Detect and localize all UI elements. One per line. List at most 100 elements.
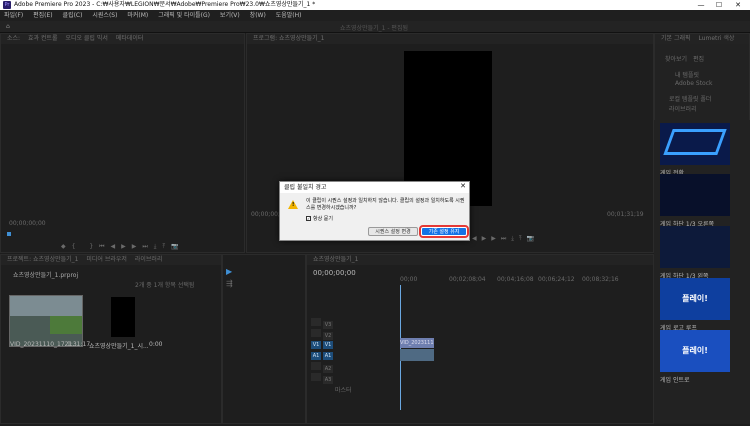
title-bar: Pr Adobe Premiere Pro 2023 - C:₩사용자₩LEGI… [0,0,750,10]
template-label-4: 게임 인트로 [660,377,690,384]
menu-help[interactable]: 도움말(H) [276,12,302,19]
track-select-tool-icon[interactable]: ⇶ [226,279,233,288]
maximize-button[interactable]: ☐ [712,0,726,10]
source-tabs: 소스: 효과 컨트롤 오디오 클립 믹서 메타데이터 [1,34,244,44]
timeline-panel: 쇼츠영상만들기_1 00;00;00;00 00;00 00;02;08;04 … [306,254,654,424]
tab-media-browser[interactable]: 미디어 브라우저 [86,256,127,263]
source-patch-v1[interactable]: V1 [311,341,321,349]
dialog-close-button[interactable]: ✕ [460,182,466,190]
track-a1: A1 A1 [311,351,335,361]
template-thumb-1 [660,174,730,216]
graphics-tab-edit[interactable]: 편집 [693,54,704,63]
program-tabs: 프로그램: 쇼츠영상만들기_1 [247,34,653,44]
tab-essential-graphics[interactable]: 기본 그래픽 [661,35,691,42]
tab-libraries[interactable]: 라이브러리 [135,256,163,263]
source-transport-controls[interactable]: ◆{ }⏮◀▶▶⏭⤓⤒📷 [61,243,185,251]
selection-tool-icon[interactable]: ▶ [226,267,232,276]
source-playhead[interactable] [7,232,11,236]
window-title: Adobe Premiere Pro 2023 - C:₩사용자₩LEGION₩… [14,1,316,8]
ruler-mark-2: 00;04;16;08 [497,276,534,283]
clip-mismatch-dialog: 클립 불일치 경고 ✕ ! 이 클립이 시퀀스 설정과 일치하지 않습니다. 클… [279,181,470,241]
tools-panel: ▶ ⇶ [222,254,306,424]
tab-program[interactable]: 프로그램: 쇼츠영상만들기_1 [253,35,324,42]
tab-effect-controls[interactable]: 효과 컨트롤 [28,35,58,42]
tab-timeline-sequence[interactable]: 쇼츠영상만들기_1 [313,256,358,263]
template-card-4[interactable]: 플레이! 게임 인트로 [660,330,730,392]
tab-lumetri-color[interactable]: Lumetri 색상 [698,35,734,42]
track-a3: A3 [311,373,335,384]
menu-window[interactable]: 창(W) [250,12,266,19]
master-track-label: 마스터 [335,387,352,394]
home-icon[interactable]: ⌂ [6,23,10,30]
dialog-title: 클립 불일치 경고 [280,182,469,193]
timeline-tabs: 쇼츠영상만들기_1 [307,255,653,265]
track-v2: V2 [311,329,335,340]
tab-source[interactable]: 소스: [7,35,20,42]
menu-clip[interactable]: 클립(C) [63,12,83,19]
dialog-message: 이 클립이 시퀀스 설정과 일치하지 않습니다. 클립의 설정과 일치하도록 시… [306,198,465,211]
project-tabs: 프로젝트: 쇼츠영상만들기_1 미디어 브라우저 라이브러리 [1,255,221,265]
template-thumb-4: 플레이! [660,330,730,372]
media-duration-video: 1:31:17 [67,341,91,348]
minimize-button[interactable]: — [694,0,708,10]
program-transport-controls[interactable]: ◀▶▶⏭⤓⤒📷 [472,235,539,243]
tab-audio-mixer[interactable]: 오디오 클립 믹서 [65,35,107,42]
video-clip[interactable]: VID_2023111 [400,338,434,348]
graphics-adobe-stock[interactable]: Adobe Stock [675,80,713,87]
checkbox-check-icon[interactable]: ✓ [306,216,311,221]
track-v3: V3 [311,318,335,329]
template-thumb-2 [660,226,730,268]
program-duration: 00;01;31;19 [607,211,644,218]
template-thumb-3: 플레이! [660,278,730,320]
keep-existing-settings-button[interactable]: 기존 설정 유지 [419,225,469,238]
track-label-a1[interactable]: A1 [323,352,333,360]
source-patch-a1[interactable]: A1 [311,352,321,360]
media-thumb-sequence[interactable] [111,297,135,337]
ruler-mark-0: 00;00 [400,276,418,283]
premiere-logo-icon: Pr [3,1,11,9]
menu-view[interactable]: 보기(V) [220,12,240,19]
timeline-timecode[interactable]: 00;00;00;00 [313,269,356,277]
menu-graphics[interactable]: 그래픽 및 타이틀(G) [158,12,210,19]
media-name-sequence: 쇼츠영상만들기_1_시... [89,343,149,350]
always-ask-label: 항상 묻기 [313,216,333,222]
ruler-mark-1: 00;02;08;04 [449,276,486,283]
menu-file[interactable]: 파일(F) [4,12,23,19]
menu-bar: 파일(F) 편집(E) 클립(C) 시퀀스(S) 마커(M) 그래픽 및 타이틀… [0,10,750,21]
graphics-libraries[interactable]: 라이브러리 [669,104,697,113]
tab-project[interactable]: 프로젝트: 쇼츠영상만들기_1 [7,256,78,263]
track-a2: A2 [311,362,335,373]
templates-list: 게임 전환 게임 하단 1/3 오른쪽 게임 하단 1/3 왼쪽 플레이! 게임… [654,120,750,424]
ruler-mark-3: 00;06;24;12 [538,276,575,283]
graphics-panel-tabs: 기본 그래픽 Lumetri 색상 [655,34,749,44]
menu-sequence[interactable]: 시퀀스(S) [92,12,117,19]
menu-markers[interactable]: 마커(M) [127,12,148,19]
track-label-v2[interactable]: V2 [323,332,333,340]
track-label-a3[interactable]: A3 [323,376,333,384]
source-panel: 소스: 효과 컨트롤 오디오 클립 믹서 메타데이터 00;00;00;00 ◆… [0,33,245,253]
track-label-v1[interactable]: V1 [323,341,333,349]
project-file-name: 쇼츠영상만들기_1.prproj [13,272,79,279]
tab-metadata[interactable]: 메타데이터 [116,35,144,42]
track-v1: V1 V1 [311,340,335,350]
ruler-mark-4: 00;08;32;16 [582,276,619,283]
change-sequence-settings-button[interactable]: 시퀀스 설정 변경 [368,227,418,236]
media-thumb-video[interactable] [9,295,83,347]
graphics-local-folder[interactable]: 로컬 템플릿 폴더 [669,94,711,103]
track-label-v3[interactable]: V3 [323,321,333,329]
selection-count: 2개 중 1개 항목 선택됨 [135,282,195,289]
graphics-tab-browse[interactable]: 찾아보기 [665,54,687,63]
workspace-bar: ⌂ 쇼츠영상만들기_1 - 편집됨 [0,21,750,33]
always-ask-checkbox[interactable]: ✓ 항상 묻기 [306,215,333,222]
warning-icon: ! [288,200,298,209]
source-timecode[interactable]: 00;00;00;00 [9,220,46,227]
template-thumb-0 [660,123,730,165]
close-button[interactable]: ✕ [731,0,745,10]
menu-edit[interactable]: 편집(E) [33,12,53,19]
audio-clip[interactable] [400,349,434,361]
project-panel: 프로젝트: 쇼츠영상만들기_1 미디어 브라우저 라이브러리 쇼츠영상만들기_1… [0,254,222,424]
graphics-my-templates[interactable]: 내 템플릿 [675,70,699,79]
media-duration-sequence: 0:00 [149,341,163,348]
project-title: 쇼츠영상만들기_1 - 편집됨 [340,25,408,32]
track-label-a2[interactable]: A2 [323,365,333,373]
